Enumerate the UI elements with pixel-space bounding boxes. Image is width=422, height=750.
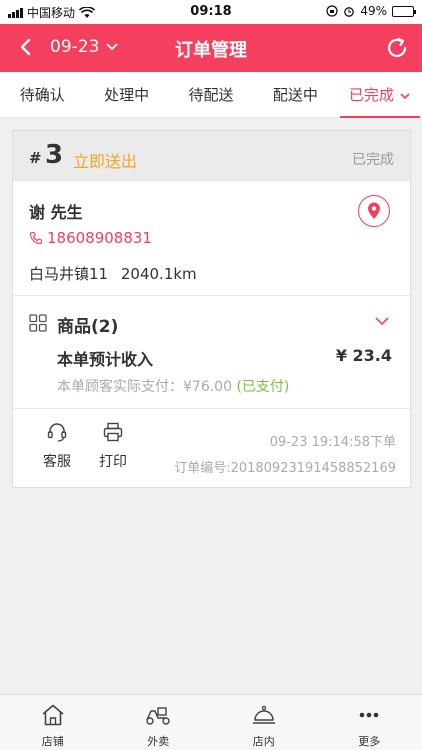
paid-info: 本单顾客实际支付：¥76.00 (已支付) [57, 376, 289, 396]
phone-number: 18608908831 [47, 229, 152, 247]
order-card-header: # 3 立即送出 已完成 [13, 131, 410, 181]
delivery-mode: 立即送出 [73, 152, 138, 171]
map-location-button[interactable] [358, 195, 390, 227]
service-label: 客服 [43, 454, 71, 470]
chevron-down-icon [400, 93, 410, 100]
order-status: 已完成 [352, 152, 394, 168]
bottom-nav-label: 店内 [252, 735, 275, 748]
customer-name: 谢 先生 [29, 203, 83, 222]
scooter-icon [146, 707, 170, 725]
bottom-nav-dine-in[interactable]: 店内 [211, 695, 317, 750]
more-icon [359, 712, 379, 718]
rotation-lock-icon [326, 5, 338, 17]
customer-address: 白马井镇11 2040.1km [29, 263, 197, 284]
income-value: ¥ 23.4 [335, 346, 392, 365]
nav-bar: 09-23 订单管理 [0, 24, 422, 72]
bottom-nav-takeout[interactable]: 外卖 [106, 695, 212, 750]
expand-chevron-icon[interactable] [374, 316, 390, 326]
bottom-nav-more[interactable]: 更多 [317, 695, 422, 750]
bottom-nav-shop[interactable]: 店铺 [0, 695, 106, 750]
paid-amount: 本单顾客实际支付：¥76.00 [57, 379, 232, 395]
order-status-tabs: 待确认 处理中 待配送 配送中 已完成 [0, 72, 422, 118]
tab-completed[interactable]: 已完成 [338, 72, 422, 118]
status-bar: 中国移动 09:18 49% [0, 0, 422, 24]
shop-icon [42, 704, 64, 726]
address-text: 白马井镇11 [29, 265, 109, 283]
tab-delivering[interactable]: 配送中 [253, 72, 337, 117]
page-title: 订单管理 [175, 40, 247, 61]
location-pin-icon [368, 202, 380, 219]
print-label: 打印 [99, 454, 127, 470]
bottom-nav-label: 外卖 [147, 735, 170, 748]
goods-section: 商品(2) 本单预计收入 ¥ 23.4 本单顾客实际支付：¥76.00 (已支付… [13, 296, 410, 409]
tab-completed-label: 已完成 [348, 86, 394, 104]
order-actions: 客服 打印 09-23 19:14:58下单 订单编号:201809231914… [13, 409, 410, 489]
status-right: 49% [326, 4, 416, 18]
order-number-full: 订单编号:2018092319145885216​9 [174, 461, 396, 476]
customer-service-button[interactable]: 客服 [37, 421, 77, 471]
distance-text: 2040.1km [120, 265, 197, 283]
phone-icon [29, 231, 43, 245]
goods-label: 商品(2) [57, 317, 119, 337]
battery-icon [392, 5, 416, 17]
order-hash: # [29, 149, 42, 167]
bottom-nav-label: 更多 [358, 735, 381, 748]
headset-icon [47, 423, 67, 442]
paid-status: (已支付) [236, 379, 290, 395]
bottom-nav-label: 店铺 [41, 735, 64, 748]
battery-percent: 49% [360, 4, 387, 18]
order-number: 3 [45, 140, 64, 170]
print-button[interactable]: 打印 [93, 421, 133, 471]
refresh-icon[interactable] [384, 35, 410, 61]
alarm-icon [344, 7, 355, 17]
order-time: 09-23 19:14:58下单 [269, 435, 396, 450]
printer-icon [103, 422, 123, 442]
order-card: # 3 立即送出 已完成 谢 先生 18608908831 白马井镇11 204… [12, 130, 411, 488]
cloche-icon [252, 705, 275, 724]
grid-icon [29, 314, 47, 332]
tab-processing[interactable]: 处理中 [84, 72, 168, 117]
income-label: 本单预计收入 [57, 350, 154, 369]
tab-pending-confirm[interactable]: 待确认 [0, 72, 84, 117]
customer-section: 谢 先生 18608908831 白马井镇11 2040.1km [13, 181, 410, 296]
bottom-nav: 店铺 外卖 店内 更多 [0, 694, 422, 750]
customer-phone[interactable]: 18608908831 [29, 229, 152, 247]
tab-awaiting-delivery[interactable]: 待配送 [169, 72, 253, 117]
